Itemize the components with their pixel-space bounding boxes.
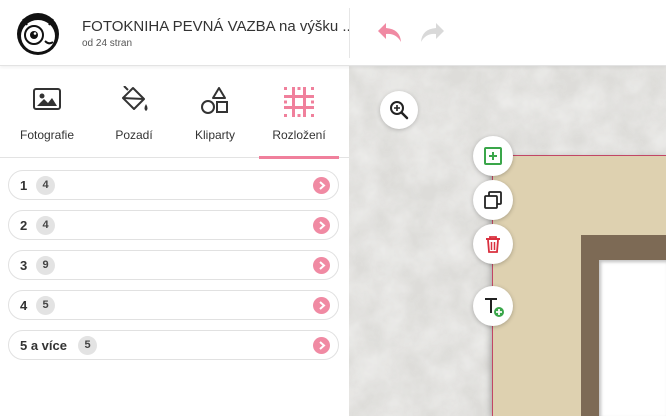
chevron-right-icon[interactable] (313, 177, 330, 194)
layout-photo-count-label: 3 (20, 258, 28, 273)
add-page-icon (484, 147, 502, 165)
list-item[interactable]: 5 a více 5 (8, 330, 339, 360)
add-page-button[interactable] (473, 136, 513, 176)
tab-pozadi[interactable]: Pozadí (91, 66, 177, 158)
top-bar: FOTOKNIHA PEVNÁ VAZBA na výšku ... od 24… (0, 0, 666, 66)
chevron-right-icon[interactable] (313, 217, 330, 234)
header-divider (349, 8, 350, 58)
count-badge: 4 (36, 216, 55, 235)
list-item[interactable]: 1 4 (8, 170, 339, 200)
layout-photo-count-label: 5 a více (20, 338, 67, 353)
tab-label: Fotografie (19, 128, 75, 142)
duplicate-icon (484, 191, 502, 209)
project-subtitle: od 24 stran (82, 38, 133, 49)
undo-icon (378, 23, 401, 42)
tab-label: Pozadí (115, 128, 153, 142)
list-item[interactable]: 4 5 (8, 290, 339, 320)
list-item[interactable]: 2 4 (8, 210, 339, 240)
paint-bucket-icon (122, 86, 148, 111)
count-badge: 4 (36, 176, 55, 195)
chevron-right-icon[interactable] (313, 337, 330, 354)
trash-icon (486, 236, 500, 253)
layout-grid-icon (284, 87, 314, 117)
image-icon (33, 88, 61, 110)
count-badge: 9 (36, 256, 55, 275)
chevron-right-icon[interactable] (313, 257, 330, 274)
tab-fotografie[interactable]: Fotografie (4, 66, 90, 158)
photo-placeholder[interactable] (599, 260, 666, 416)
layout-photo-count-label: 1 (20, 178, 28, 193)
delete-button[interactable] (473, 224, 513, 264)
tool-tabs: Fotografie Pozadí Kliparty Rozložení (0, 66, 349, 159)
duplicate-button[interactable] (473, 180, 513, 220)
left-panel: Fotografie Pozadí Kliparty Rozložení 1 4… (0, 66, 349, 416)
tab-label: Kliparty (194, 128, 235, 142)
project-title: FOTOKNIHA PEVNÁ VAZBA na výšku ... (82, 18, 350, 35)
undo-button[interactable] (374, 20, 406, 46)
count-badge: 5 (78, 336, 97, 355)
tab-kliparty[interactable]: Kliparty (172, 66, 258, 158)
zoom-button[interactable] (380, 91, 418, 129)
layout-photo-count-label: 4 (20, 298, 28, 313)
add-text-icon (485, 298, 504, 317)
shapes-icon (201, 87, 228, 114)
count-badge: 5 (36, 296, 55, 315)
list-item[interactable]: 3 9 (8, 250, 339, 280)
photo-frame[interactable] (581, 235, 666, 416)
layout-photo-count-label: 2 (20, 218, 28, 233)
zoom-in-icon (390, 101, 409, 120)
tab-rozlozeni[interactable]: Rozložení (259, 66, 339, 159)
owl-logo-icon[interactable] (15, 11, 61, 57)
tab-label: Rozložení (272, 128, 326, 142)
chevron-right-icon[interactable] (313, 297, 330, 314)
add-text-button[interactable] (473, 286, 513, 326)
redo-button[interactable] (416, 20, 448, 46)
redo-icon (421, 23, 444, 42)
